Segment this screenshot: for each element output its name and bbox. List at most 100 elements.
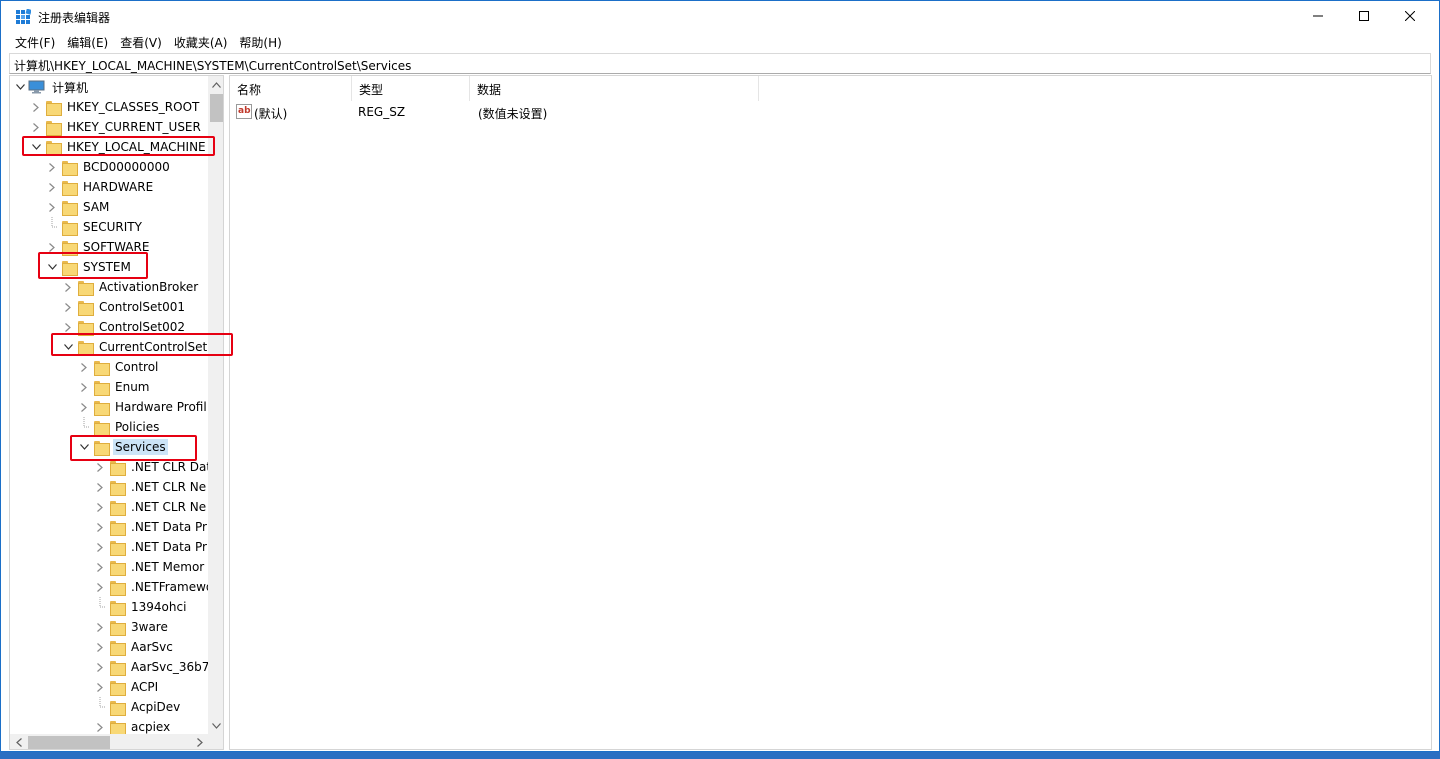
collapsed-chevron-icon[interactable]: [46, 197, 58, 217]
tree-node[interactable]: ACPI: [94, 677, 160, 697]
menu-view[interactable]: 查看(V): [114, 31, 168, 52]
values-list-pane: 名称 类型 数据 ab (默认) REG_SZ (数值未设置): [229, 75, 1432, 750]
collapsed-chevron-icon[interactable]: [94, 577, 106, 597]
column-header-type[interactable]: 类型: [352, 76, 470, 101]
tree-node[interactable]: Policies: [78, 417, 161, 437]
menu-bar: 文件(F) 编辑(E) 查看(V) 收藏夹(A) 帮助(H): [1, 31, 1439, 52]
tree-node-label: ACPI: [131, 680, 159, 694]
collapsed-chevron-icon[interactable]: [46, 177, 58, 197]
maximize-button[interactable]: [1341, 1, 1387, 31]
tree-node[interactable]: AarSvc: [94, 637, 175, 657]
menu-file[interactable]: 文件(F): [9, 31, 61, 52]
value-data: (数值未设置): [478, 107, 548, 121]
tree-node[interactable]: .NETFramewo: [94, 577, 208, 597]
scroll-left-icon[interactable]: [10, 734, 27, 749]
collapsed-chevron-icon[interactable]: [94, 677, 106, 697]
folder-icon: [110, 640, 126, 656]
highlight-box-currentcontrolset: [51, 333, 233, 356]
folder-icon: [94, 360, 110, 376]
vertical-scroll-thumb[interactable]: [210, 94, 223, 122]
folder-icon: [46, 100, 62, 116]
tree-node[interactable]: Control: [78, 357, 160, 377]
collapsed-chevron-icon[interactable]: [62, 277, 74, 297]
tree-node-label: acpiex: [131, 720, 171, 734]
tree-node[interactable]: BCD00000000: [46, 157, 172, 177]
collapsed-chevron-icon[interactable]: [46, 157, 58, 177]
close-button[interactable]: [1387, 1, 1433, 31]
tree-node[interactable]: .NET Data Pr: [94, 517, 208, 537]
tree-node[interactable]: acpiex: [94, 717, 172, 734]
collapsed-chevron-icon[interactable]: [94, 537, 106, 557]
value-row[interactable]: ab (默认) REG_SZ (数值未设置): [230, 101, 1431, 123]
folder-icon: [62, 180, 78, 196]
tree-node[interactable]: 3ware: [94, 617, 170, 637]
folder-icon: [62, 200, 78, 216]
folder-icon: [94, 420, 110, 436]
collapsed-chevron-icon[interactable]: [94, 617, 106, 637]
tree-node-label: .NETFramewo: [131, 580, 208, 594]
scroll-up-icon[interactable]: [208, 76, 223, 93]
collapsed-chevron-icon[interactable]: [30, 97, 42, 117]
menu-favorites[interactable]: 收藏夹(A): [168, 31, 234, 52]
collapsed-chevron-icon[interactable]: [30, 117, 42, 137]
tree-node[interactable]: ControlSet001: [62, 297, 187, 317]
tree-node-label: HKEY_CURRENT_USER: [67, 120, 201, 134]
horizontal-scroll-thumb[interactable]: [28, 736, 110, 749]
minimize-button[interactable]: [1295, 1, 1341, 31]
computer-icon: [28, 80, 45, 94]
tree-node[interactable]: HARDWARE: [46, 177, 155, 197]
tree-node[interactable]: HKEY_CLASSES_ROOT: [30, 97, 201, 117]
folder-icon: [78, 300, 94, 316]
tree-node-label: .NET Memor: [131, 560, 205, 574]
tree-node[interactable]: AarSvc_36b7c: [94, 657, 208, 677]
tree-node-label: HKEY_CLASSES_ROOT: [67, 100, 200, 114]
tree-node[interactable]: .NET Data Pr: [94, 537, 208, 557]
collapsed-chevron-icon[interactable]: [94, 517, 106, 537]
tree-horizontal-scrollbar[interactable]: [10, 734, 208, 749]
collapsed-chevron-icon[interactable]: [94, 557, 106, 577]
tree-node-computer[interactable]: 计算机: [14, 77, 90, 97]
tree-node-label: ControlSet001: [99, 300, 185, 314]
tree-node-label: Policies: [115, 420, 160, 434]
collapsed-chevron-icon[interactable]: [94, 717, 106, 734]
tree-leaf-connector: [46, 217, 58, 237]
tree-node[interactable]: SAM: [46, 197, 111, 217]
tree-node[interactable]: 1394ohci: [94, 597, 188, 617]
tree-node[interactable]: Enum: [78, 377, 151, 397]
collapsed-chevron-icon[interactable]: [94, 657, 106, 677]
value-name: (默认): [254, 107, 288, 121]
tree-node[interactable]: .NET CLR Ne: [94, 477, 208, 497]
tree-node[interactable]: .NET Memor: [94, 557, 206, 577]
collapsed-chevron-icon[interactable]: [78, 377, 90, 397]
tree-node[interactable]: SECURITY: [46, 217, 144, 237]
collapsed-chevron-icon[interactable]: [78, 397, 90, 417]
collapsed-chevron-icon[interactable]: [62, 297, 74, 317]
scroll-down-icon[interactable]: [208, 717, 223, 734]
tree-node[interactable]: ActivationBroker: [62, 277, 200, 297]
column-header-name[interactable]: 名称: [230, 76, 352, 101]
address-bar[interactable]: 计算机\HKEY_LOCAL_MACHINE\SYSTEM\CurrentCon…: [9, 53, 1431, 74]
collapsed-chevron-icon[interactable]: [94, 497, 106, 517]
menu-edit[interactable]: 编辑(E): [61, 31, 114, 52]
tree-node[interactable]: HKEY_CURRENT_USER: [30, 117, 203, 137]
tree-node[interactable]: .NET CLR Ne: [94, 497, 208, 517]
collapsed-chevron-icon[interactable]: [94, 637, 106, 657]
tree-node-label: Control: [115, 360, 159, 374]
column-header-data[interactable]: 数据: [470, 76, 759, 101]
folder-icon: [110, 580, 126, 596]
collapsed-chevron-icon[interactable]: [78, 357, 90, 377]
close-icon: [1405, 11, 1415, 21]
tree-node-label: .NET CLR Ne: [131, 500, 207, 514]
collapsed-chevron-icon[interactable]: [94, 477, 106, 497]
tree-node[interactable]: Hardware Profil: [78, 397, 208, 417]
tree-node-label: Hardware Profil: [115, 400, 207, 414]
menu-help[interactable]: 帮助(H): [233, 31, 287, 52]
tree-node-label: 3ware: [131, 620, 168, 634]
tree-vertical-scrollbar[interactable]: [208, 76, 223, 734]
tree-node[interactable]: AcpiDev: [94, 697, 182, 717]
folder-icon: [78, 320, 94, 336]
ab-string-icon: ab: [236, 104, 252, 119]
maximize-icon: [1359, 11, 1369, 21]
scroll-right-icon[interactable]: [191, 734, 208, 749]
expanded-chevron-icon[interactable]: [14, 77, 26, 97]
